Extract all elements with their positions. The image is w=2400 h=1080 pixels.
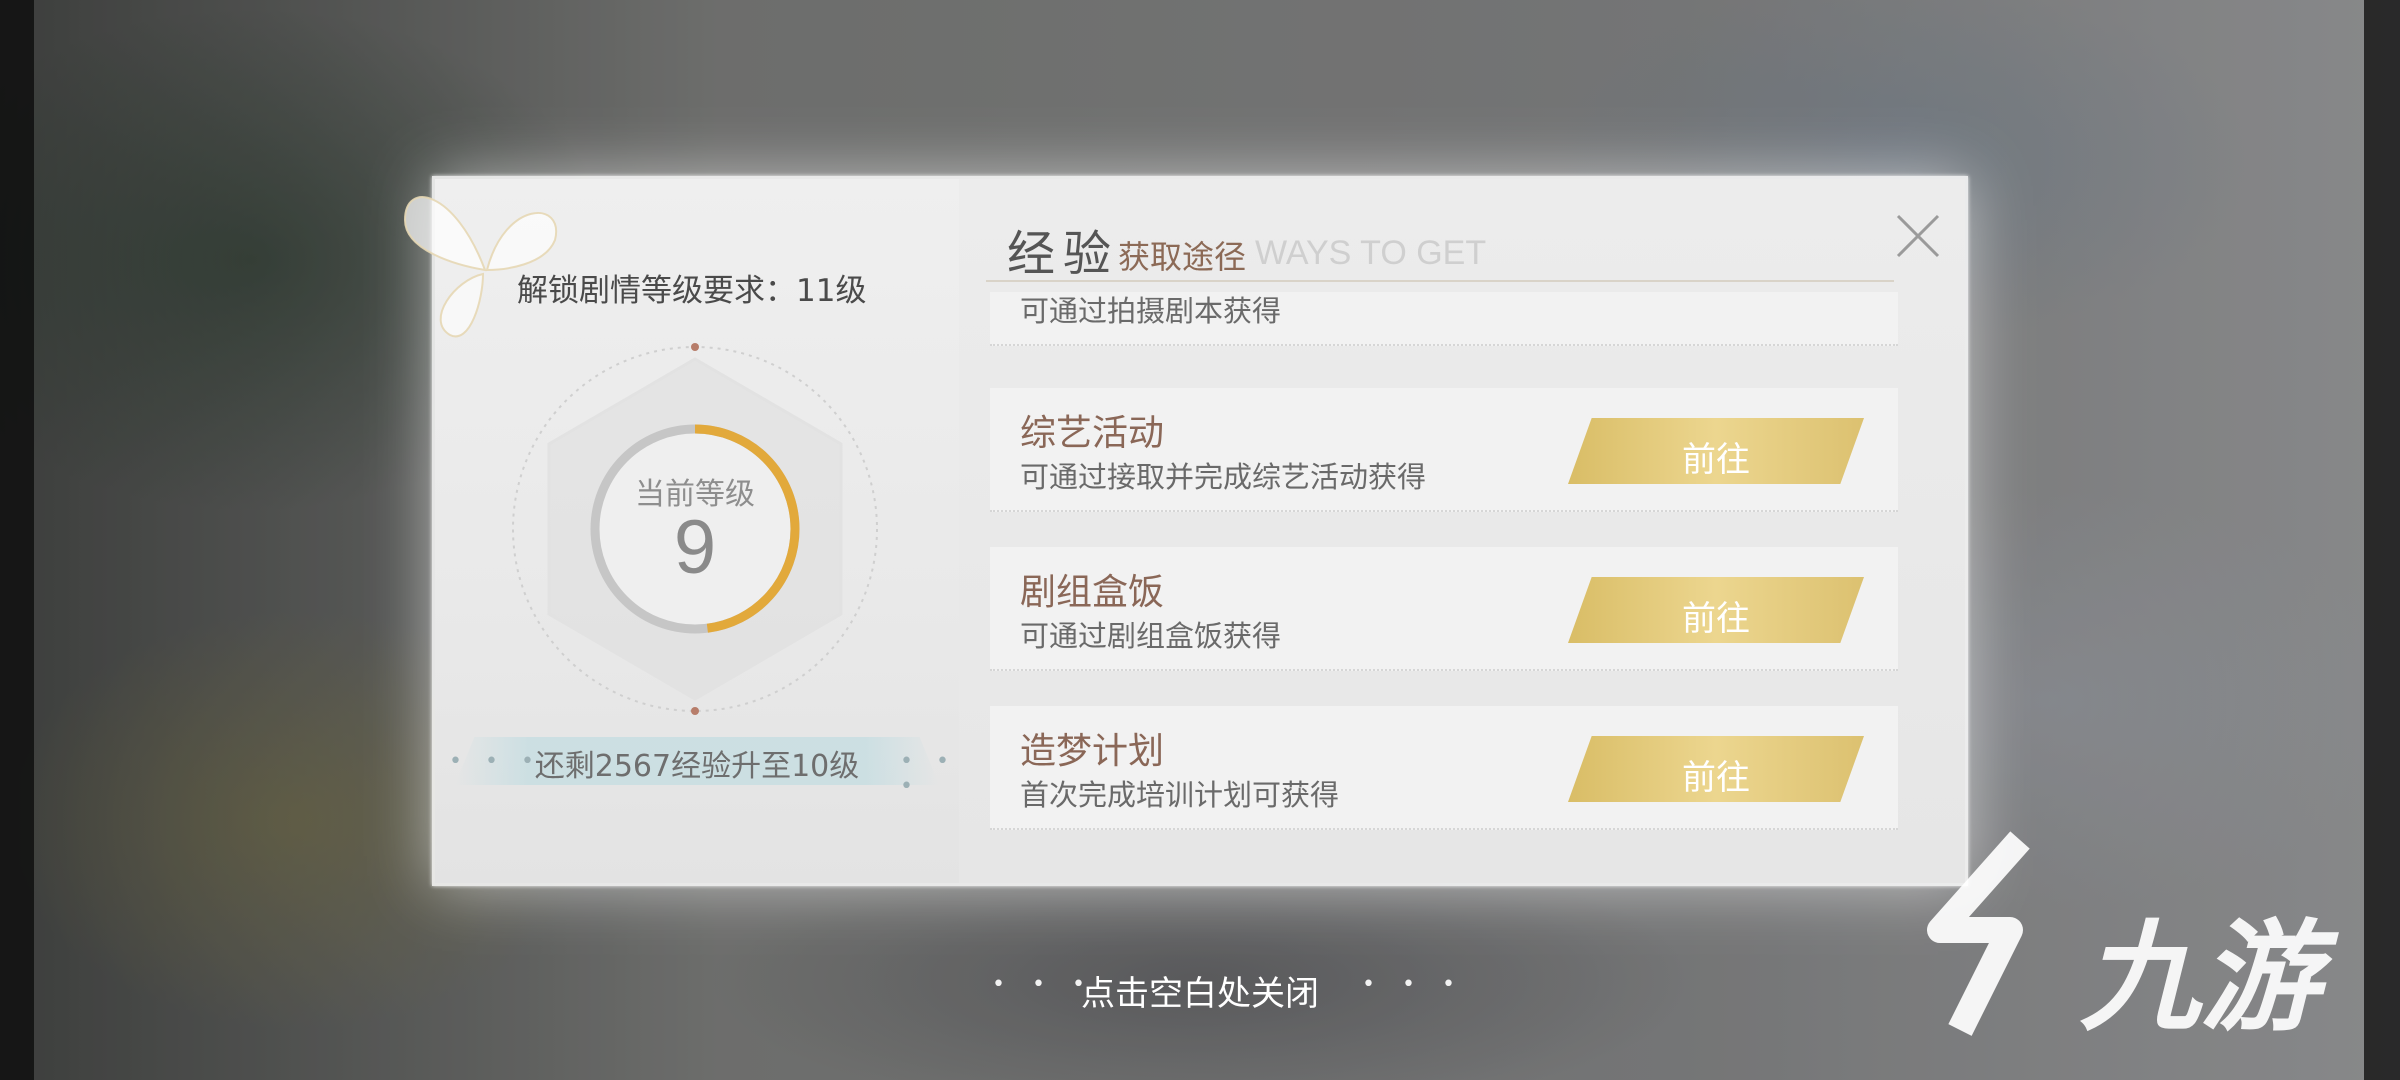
dialog-title: 经验 [1007,226,1120,282]
watermark-text: 九游 [2080,909,2320,1048]
way-desc: 首次完成培训计划可获得 [1020,778,1340,812]
go-button-label: 前往 [1682,758,1750,798]
butterfly-decoration-icon [403,196,558,338]
ring-dot-bottom [691,707,699,715]
hint-dots-right: • • • [1362,972,1465,997]
way-desc: 可通过接取并完成综艺活动获得 [1020,460,1427,494]
close-icon[interactable] [1890,208,1946,264]
list-item-way-1: 综艺活动 可通过接取并完成综艺活动获得 前往 [990,388,1898,512]
list-item-way-0: 可通过拍摄剧本获得 [990,292,1898,346]
watermark-logo-icon [1927,831,2030,1036]
way-title: 综艺活动 [1020,413,1165,454]
go-button[interactable]: 前往 [1568,736,1864,802]
exp-remaining-text: 还剩2567经验升至10级 [534,749,860,784]
screen-edge-left [0,0,34,1080]
list-item-way-3: 造梦计划 首次完成培训计划可获得 前往 [990,706,1898,830]
dialog-subtitle: 获取途径 [1118,238,1247,276]
ring-dot-top [691,343,699,351]
title-divider [986,280,1894,282]
dialog-subtitle-en: WAYS TO GET [1255,234,1487,272]
screen-edge-right [2364,0,2400,1080]
ways-list[interactable]: 可通过拍摄剧本获得 综艺活动 可通过接取并完成综艺活动获得 前往 剧组盒饭 可通… [990,292,1898,852]
way-title: 造梦计划 [1020,731,1165,772]
go-button[interactable]: 前往 [1568,577,1864,643]
way-title: 剧组盒饭 [1020,572,1165,613]
current-level-value: 9 [673,505,717,590]
go-button[interactable]: 前往 [1568,418,1864,484]
way-desc: 可通过拍摄剧本获得 [1020,294,1282,328]
way-desc: 可通过剧组盒饭获得 [1020,619,1282,653]
go-button-label: 前往 [1682,440,1750,480]
list-item-way-2: 剧组盒饭 可通过剧组盒饭获得 前往 [990,547,1898,671]
go-button-label: 前往 [1682,599,1750,639]
